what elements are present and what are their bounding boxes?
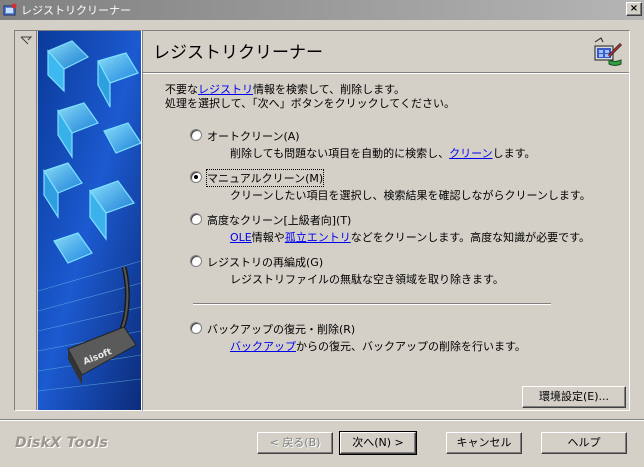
advanced-clean-desc-mid: 情報や bbox=[251, 231, 285, 244]
close-button[interactable]: × bbox=[626, 2, 642, 16]
app-icon bbox=[3, 3, 17, 16]
auto-clean-desc-after: します。 bbox=[492, 147, 536, 160]
collapse-arrow-icon[interactable] bbox=[20, 36, 32, 46]
auto-clean-radio[interactable] bbox=[190, 129, 202, 141]
back-button[interactable]: < 戻る(B) bbox=[257, 432, 333, 454]
options-divider bbox=[193, 303, 551, 305]
advanced-clean-label[interactable]: 高度なクリーン[上級者向](T) bbox=[207, 212, 351, 228]
title-bar[interactable]: レジストリクリーナー × bbox=[0, 0, 644, 20]
brand-label: DiskX Tools bbox=[15, 435, 109, 451]
manual-clean-label[interactable]: マニュアルクリーン(M) bbox=[205, 169, 325, 187]
backup-link[interactable]: バックアップ bbox=[230, 340, 296, 353]
ole-link[interactable]: OLE bbox=[230, 231, 252, 244]
auto-clean-desc: 削除しても問題ない項目を自動的に検索し、クリーンします。 bbox=[230, 145, 535, 161]
backup-restore-radio[interactable] bbox=[190, 322, 202, 334]
help-button[interactable]: ヘルプ bbox=[541, 432, 627, 454]
intro-line2: 処理を選択して、「次へ」ボタンをクリックしてください。 bbox=[165, 97, 455, 110]
clean-link[interactable]: クリーン bbox=[449, 147, 492, 160]
backup-restore-desc-after: からの復元、バックアップの削除を行います。 bbox=[296, 340, 526, 353]
manual-clean-radio[interactable] bbox=[190, 171, 202, 183]
intro-text: 不要なレジストリ情報を検索して、削除します。 処理を選択して、「次へ」ボタンをク… bbox=[165, 83, 455, 111]
window-title: レジストリクリーナー bbox=[21, 4, 131, 17]
cancel-button[interactable]: キャンセル bbox=[446, 432, 522, 454]
reorganize-desc: レジストリファイルの無駄な空き領域を取り除きます。 bbox=[230, 273, 504, 286]
reorganize-label[interactable]: レジストリの再編成(G) bbox=[207, 254, 323, 270]
orphan-entry-link[interactable]: 孤立エントリ bbox=[285, 231, 351, 244]
side-banner-image: Aisoft bbox=[38, 31, 141, 410]
registry-link[interactable]: レジストリ bbox=[198, 83, 253, 96]
intro-line1-before: 不要な bbox=[165, 83, 198, 96]
settings-button[interactable]: 環境設定(E)... bbox=[522, 386, 626, 408]
manual-clean-desc: クリーンしたい項目を選択し、検索結果を確認しながらクリーンします。 bbox=[230, 189, 591, 202]
page-title: レジストリクリーナー bbox=[153, 43, 323, 63]
backup-restore-label[interactable]: バックアップの復元・削除(R) bbox=[207, 321, 355, 337]
side-strip bbox=[15, 31, 37, 410]
intro-line1-after: 情報を検索して、削除します。 bbox=[253, 83, 406, 96]
advanced-clean-desc: OLE情報や孤立エントリなどをクリーンします。高度な知識が必要です。 bbox=[230, 229, 590, 245]
header-divider bbox=[143, 72, 629, 74]
registry-cleaner-icon bbox=[594, 37, 623, 66]
advanced-clean-desc-after: などをクリーンします。高度な知識が必要です。 bbox=[350, 231, 590, 244]
footer-divider bbox=[0, 419, 644, 421]
backup-restore-desc: バックアップからの復元、バックアップの削除を行います。 bbox=[230, 338, 526, 354]
next-button[interactable]: 次へ(N) > bbox=[339, 431, 417, 455]
auto-clean-label[interactable]: オートクリーン(A) bbox=[207, 128, 300, 144]
reorganize-radio[interactable] bbox=[190, 255, 202, 267]
auto-clean-desc-before: 削除しても問題ない項目を自動的に検索し、 bbox=[230, 147, 450, 160]
advanced-clean-radio[interactable] bbox=[190, 213, 202, 225]
